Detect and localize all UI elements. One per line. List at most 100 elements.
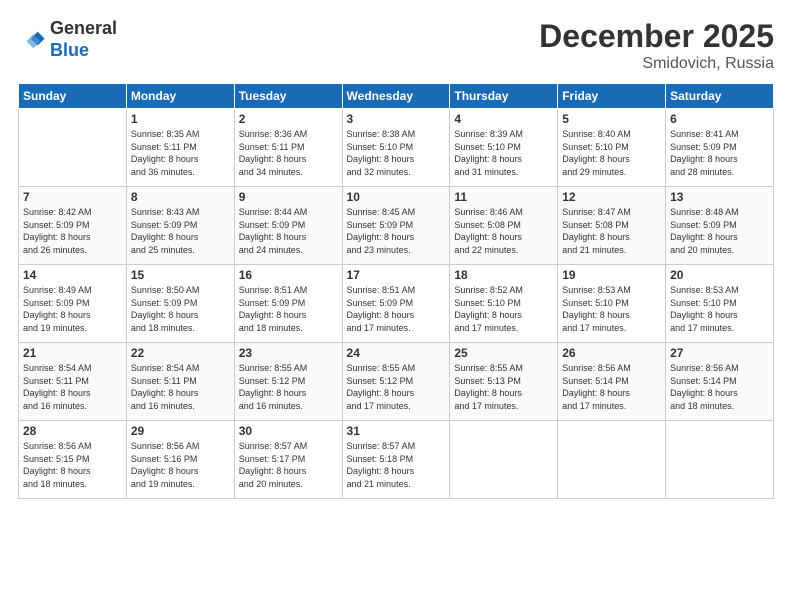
table-row: 17 Sunrise: 8:51 AM Sunset: 5:09 PM Dayli… xyxy=(342,265,450,343)
table-row: 6 Sunrise: 8:41 AM Sunset: 5:09 PM Daylig… xyxy=(666,109,774,187)
table-row: 28Sunrise: 8:56 AM Sunset: 5:15 PM Dayli… xyxy=(19,421,127,499)
day-number: 22 xyxy=(131,346,230,360)
calendar-week-row: 7Sunrise: 8:42 AM Sunset: 5:09 PM Daylig… xyxy=(19,187,774,265)
col-thursday: Thursday xyxy=(450,84,558,109)
day-number: 30 xyxy=(239,424,338,438)
col-tuesday: Tuesday xyxy=(234,84,342,109)
day-info: Sunrise: 8:43 AM Sunset: 5:09 PM Dayligh… xyxy=(131,206,230,256)
logo-general: General xyxy=(50,18,117,38)
table-row: 23Sunrise: 8:55 AM Sunset: 5:12 PM Dayli… xyxy=(234,343,342,421)
day-number: 16 xyxy=(239,268,338,282)
table-row: 20Sunrise: 8:53 AM Sunset: 5:10 PM Dayli… xyxy=(666,265,774,343)
day-info: Sunrise: 8:38 AM Sunset: 5:10 PM Dayligh… xyxy=(347,128,446,178)
table-row: 16Sunrise: 8:51 AM Sunset: 5:09 PM Dayli… xyxy=(234,265,342,343)
day-number: 12 xyxy=(562,190,661,204)
table-row: 15 Sunrise: 8:50 AM Sunset: 5:09 PM Dayli… xyxy=(126,265,234,343)
logo-icon xyxy=(18,26,46,54)
day-number: 23 xyxy=(239,346,338,360)
logo: General Blue xyxy=(18,18,117,61)
table-row: 24 Sunrise: 8:55 AM Sunset: 5:12 PM Dayli… xyxy=(342,343,450,421)
day-info: Sunrise: 8:35 AM Sunset: 5:11 PM Dayligh… xyxy=(131,128,230,178)
day-info: Sunrise: 8:51 AM Sunset: 5:09 PM Dayligh… xyxy=(347,284,446,334)
day-info: Sunrise: 8:46 AM Sunset: 5:08 PM Dayligh… xyxy=(454,206,553,256)
day-number: 27 xyxy=(670,346,769,360)
day-info: Sunrise: 8:47 AM Sunset: 5:08 PM Dayligh… xyxy=(562,206,661,256)
day-number: 15 xyxy=(131,268,230,282)
day-number: 24 xyxy=(347,346,446,360)
table-row: 13 Sunrise: 8:48 AM Sunset: 5:09 PM Dayli… xyxy=(666,187,774,265)
table-row: 14Sunrise: 8:49 AM Sunset: 5:09 PM Dayli… xyxy=(19,265,127,343)
table-row: 9Sunrise: 8:44 AM Sunset: 5:09 PM Daylig… xyxy=(234,187,342,265)
day-number: 8 xyxy=(131,190,230,204)
day-number: 31 xyxy=(347,424,446,438)
day-number: 17 xyxy=(347,268,446,282)
table-row: 25Sunrise: 8:55 AM Sunset: 5:13 PM Dayli… xyxy=(450,343,558,421)
col-friday: Friday xyxy=(558,84,666,109)
table-row: 10 Sunrise: 8:45 AM Sunset: 5:09 PM Dayli… xyxy=(342,187,450,265)
table-row: 8 Sunrise: 8:43 AM Sunset: 5:09 PM Daylig… xyxy=(126,187,234,265)
col-sunday: Sunday xyxy=(19,84,127,109)
day-number: 29 xyxy=(131,424,230,438)
table-row: 7Sunrise: 8:42 AM Sunset: 5:09 PM Daylig… xyxy=(19,187,127,265)
table-row: 18 Sunrise: 8:52 AM Sunset: 5:10 PM Dayli… xyxy=(450,265,558,343)
day-info: Sunrise: 8:53 AM Sunset: 5:10 PM Dayligh… xyxy=(562,284,661,334)
day-number: 11 xyxy=(454,190,553,204)
day-info: Sunrise: 8:56 AM Sunset: 5:14 PM Dayligh… xyxy=(670,362,769,412)
header: General Blue December 2025 Smidovich, Ru… xyxy=(18,18,774,73)
col-saturday: Saturday xyxy=(666,84,774,109)
day-number: 14 xyxy=(23,268,122,282)
calendar-week-row: 14Sunrise: 8:49 AM Sunset: 5:09 PM Dayli… xyxy=(19,265,774,343)
day-info: Sunrise: 8:41 AM Sunset: 5:09 PM Dayligh… xyxy=(670,128,769,178)
day-info: Sunrise: 8:56 AM Sunset: 5:15 PM Dayligh… xyxy=(23,440,122,490)
table-row: 26 Sunrise: 8:56 AM Sunset: 5:14 PM Dayli… xyxy=(558,343,666,421)
day-number: 10 xyxy=(347,190,446,204)
day-number: 18 xyxy=(454,268,553,282)
table-row: 11 Sunrise: 8:46 AM Sunset: 5:08 PM Dayli… xyxy=(450,187,558,265)
day-number: 6 xyxy=(670,112,769,126)
day-info: Sunrise: 8:57 AM Sunset: 5:18 PM Dayligh… xyxy=(347,440,446,490)
day-info: Sunrise: 8:57 AM Sunset: 5:17 PM Dayligh… xyxy=(239,440,338,490)
day-number: 1 xyxy=(131,112,230,126)
table-row: 3 Sunrise: 8:38 AM Sunset: 5:10 PM Daylig… xyxy=(342,109,450,187)
day-info: Sunrise: 8:52 AM Sunset: 5:10 PM Dayligh… xyxy=(454,284,553,334)
table-row xyxy=(666,421,774,499)
day-number: 13 xyxy=(670,190,769,204)
table-row: 2Sunrise: 8:36 AM Sunset: 5:11 PM Daylig… xyxy=(234,109,342,187)
day-info: Sunrise: 8:55 AM Sunset: 5:12 PM Dayligh… xyxy=(347,362,446,412)
day-number: 26 xyxy=(562,346,661,360)
day-number: 19 xyxy=(562,268,661,282)
day-info: Sunrise: 8:55 AM Sunset: 5:13 PM Dayligh… xyxy=(454,362,553,412)
day-number: 3 xyxy=(347,112,446,126)
day-info: Sunrise: 8:50 AM Sunset: 5:09 PM Dayligh… xyxy=(131,284,230,334)
table-row xyxy=(19,109,127,187)
col-monday: Monday xyxy=(126,84,234,109)
table-row: 31 Sunrise: 8:57 AM Sunset: 5:18 PM Dayli… xyxy=(342,421,450,499)
logo-text: General Blue xyxy=(50,18,117,61)
table-row: 22 Sunrise: 8:54 AM Sunset: 5:11 PM Dayli… xyxy=(126,343,234,421)
table-row: 19 Sunrise: 8:53 AM Sunset: 5:10 PM Dayli… xyxy=(558,265,666,343)
table-row: 21 Sunrise: 8:54 AM Sunset: 5:11 PM Dayli… xyxy=(19,343,127,421)
day-info: Sunrise: 8:45 AM Sunset: 5:09 PM Dayligh… xyxy=(347,206,446,256)
table-row: 5Sunrise: 8:40 AM Sunset: 5:10 PM Daylig… xyxy=(558,109,666,187)
day-info: Sunrise: 8:54 AM Sunset: 5:11 PM Dayligh… xyxy=(131,362,230,412)
calendar-week-row: 21 Sunrise: 8:54 AM Sunset: 5:11 PM Dayli… xyxy=(19,343,774,421)
month-title: December 2025 xyxy=(539,18,774,55)
table-row: 29Sunrise: 8:56 AM Sunset: 5:16 PM Dayli… xyxy=(126,421,234,499)
day-number: 4 xyxy=(454,112,553,126)
table-row xyxy=(450,421,558,499)
day-info: Sunrise: 8:56 AM Sunset: 5:14 PM Dayligh… xyxy=(562,362,661,412)
day-info: Sunrise: 8:48 AM Sunset: 5:09 PM Dayligh… xyxy=(670,206,769,256)
table-row xyxy=(558,421,666,499)
table-row: 4 Sunrise: 8:39 AM Sunset: 5:10 PM Daylig… xyxy=(450,109,558,187)
day-info: Sunrise: 8:36 AM Sunset: 5:11 PM Dayligh… xyxy=(239,128,338,178)
day-number: 21 xyxy=(23,346,122,360)
day-number: 9 xyxy=(239,190,338,204)
col-wednesday: Wednesday xyxy=(342,84,450,109)
day-number: 5 xyxy=(562,112,661,126)
day-info: Sunrise: 8:54 AM Sunset: 5:11 PM Dayligh… xyxy=(23,362,122,412)
title-block: December 2025 Smidovich, Russia xyxy=(539,18,774,73)
calendar-week-row: 28Sunrise: 8:56 AM Sunset: 5:15 PM Dayli… xyxy=(19,421,774,499)
day-info: Sunrise: 8:39 AM Sunset: 5:10 PM Dayligh… xyxy=(454,128,553,178)
table-row: 12 Sunrise: 8:47 AM Sunset: 5:08 PM Dayli… xyxy=(558,187,666,265)
calendar-table: Sunday Monday Tuesday Wednesday Thursday… xyxy=(18,83,774,499)
